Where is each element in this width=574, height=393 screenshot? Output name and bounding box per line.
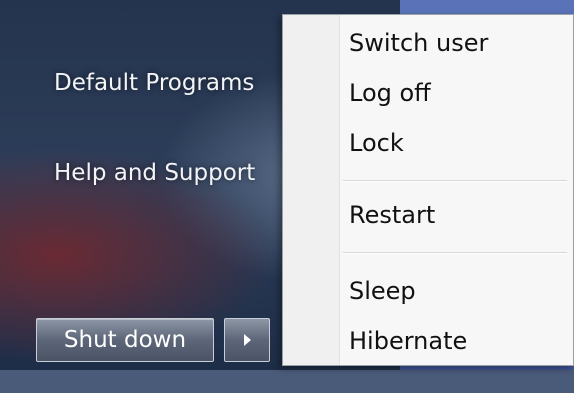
shutdown-options-button[interactable]	[224, 318, 270, 362]
menu-item-restart[interactable]: Restart	[349, 195, 435, 235]
menu-item-hibernate[interactable]: Hibernate	[349, 321, 467, 361]
menu-icon-column	[283, 15, 340, 365]
menu-separator	[343, 180, 567, 182]
chevron-right-icon	[243, 334, 251, 346]
menu-item-sleep[interactable]: Sleep	[349, 271, 416, 311]
start-item-help-support[interactable]: Help and Support	[54, 160, 255, 186]
menu-item-log-off[interactable]: Log off	[349, 73, 431, 113]
menu-item-lock[interactable]: Lock	[349, 123, 404, 163]
menu-item-switch-user[interactable]: Switch user	[349, 23, 488, 63]
start-item-default-programs[interactable]: Default Programs	[54, 70, 254, 96]
power-options-menu: Switch user Log off Lock Restart Sleep H…	[282, 14, 574, 366]
menu-separator	[343, 252, 567, 254]
shut-down-button[interactable]: Shut down	[36, 318, 214, 362]
taskbar-edge	[0, 370, 574, 393]
